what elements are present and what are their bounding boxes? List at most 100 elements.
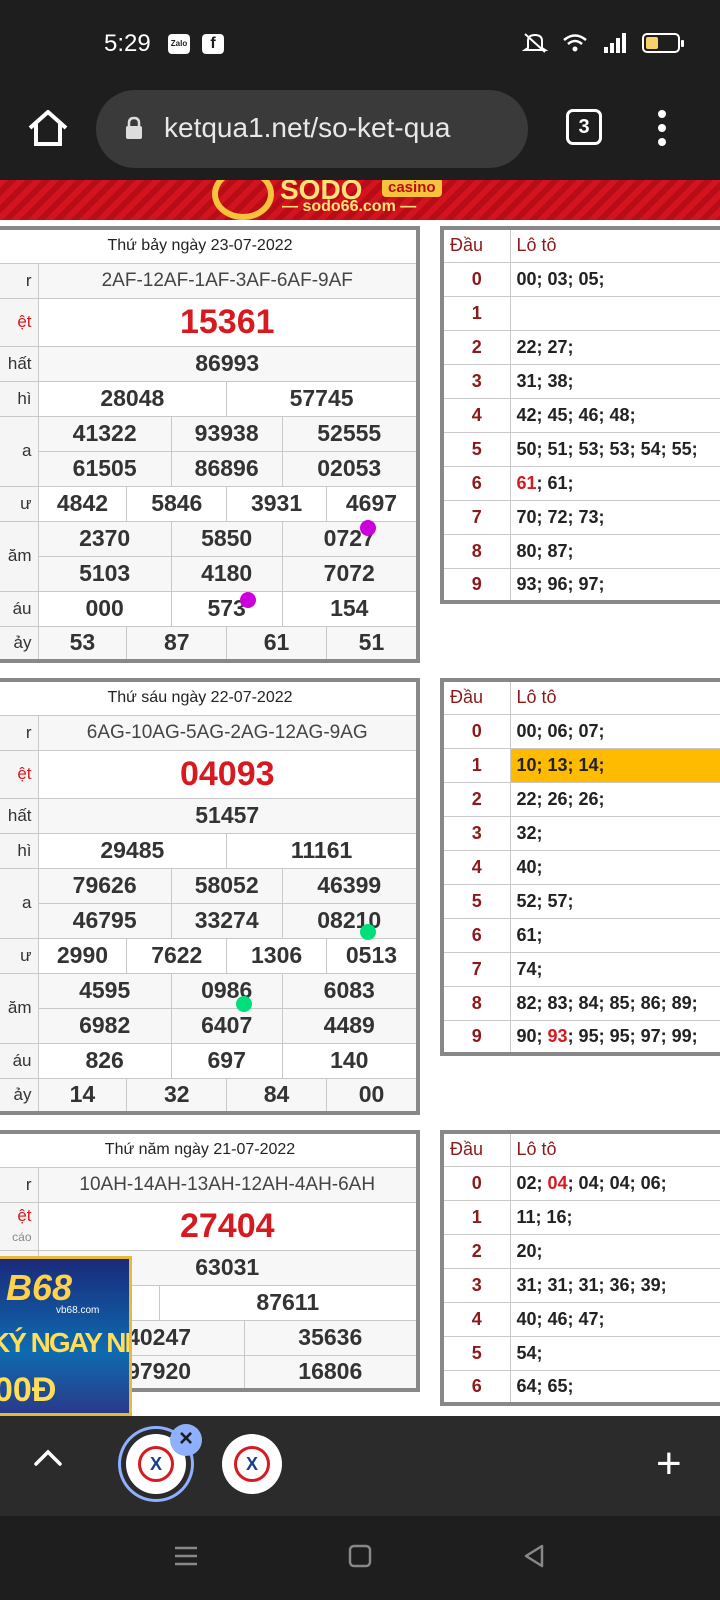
loto-head-digit: 7 [441,499,511,535]
loto-values: 50; 51; 53; 53; 54; 55; [509,431,720,467]
seventh-prize: 84 [226,1077,327,1114]
draw-code: 6AG-10AG-5AG-2AG-12AG-9AG [37,714,419,751]
loto-head-digit: 0 [441,713,511,749]
loto-values: 00; 03; 05; [509,261,720,297]
loto-head-loto: Lô tô [509,227,720,263]
loto-values: 52; 57; [509,883,720,919]
loto-row: 1 11; 16; [441,1199,720,1235]
sodo-logo-icon [212,180,274,220]
draw-date: Thứ sáu ngày 22-07-2022 [0,679,419,716]
sixth-prize: 826 [37,1042,172,1079]
loto-row: 5 54; [441,1335,720,1371]
fourth-prize: 4697 [325,485,419,522]
fifth-prize: 6407 [170,1007,283,1044]
loto-values: 82; 83; 84; 85; 86; 89; [509,985,720,1021]
loto-head-digit: 7 [441,951,511,987]
loto-row: 4 40; 46; 47; [441,1301,720,1337]
loto-head-digit: 2 [441,1233,511,1269]
loto-head-dau: Đầu [441,1131,511,1167]
floating-ad[interactable]: B68 vb68.com KÝ NGAY NHẬN 00Đ [0,1256,132,1416]
loto-row: 4 40; [441,849,720,885]
loto-head-digit: 1 [441,1199,511,1235]
special-prize: 15361 [37,297,419,347]
third-prize: 33274 [170,902,283,939]
fourth-prize: 0513 [325,937,419,974]
third-prize: 52555 [281,415,419,452]
fourth-prize: 7622 [126,937,228,974]
close-tab-icon[interactable]: × [170,1424,202,1456]
status-icons [522,32,684,54]
ad-site: vb68.com [56,1305,100,1316]
loto-values: 42; 45; 46; 48; [509,397,720,433]
chevron-up-icon[interactable] [32,1446,64,1470]
loto-values: 00; 06; 07; [509,713,720,749]
loto-values: 93; 96; 97; [509,567,720,603]
fifth-prize: 6083 [281,972,419,1009]
row-label: hì [0,380,39,417]
row-label: r [0,262,39,299]
sodo-banner[interactable]: SODO casino — sodo66.com — [0,180,720,220]
loto-head-digit: 1 [441,747,511,783]
row-label: ăm [0,972,39,1044]
seventh-prize: 32 [126,1077,228,1114]
loto-values: 11; 16; [509,1199,720,1235]
first-prize: 51457 [37,797,419,834]
fifth-prize: 5103 [37,555,172,592]
tab-thumbnail[interactable]: X [222,1434,282,1494]
loto-row: 0 00; 03; 05; [441,261,720,297]
touch-marker [240,592,256,608]
loto-row: 1 [441,295,720,331]
special-prize: 04093 [37,749,419,799]
new-tab-button[interactable]: + [656,1442,682,1486]
overflow-menu-icon[interactable] [652,108,672,148]
ad-note: cáo [12,1230,32,1244]
tab-switcher-button[interactable]: 3 [566,109,602,145]
site-favicon-icon: X [138,1446,174,1482]
battery-icon [642,33,684,53]
draw-code: 10AH-14AH-13AH-12AH-4AH-6AH [37,1166,419,1203]
third-prize: 58052 [170,867,283,904]
loto-head-digit: 5 [441,431,511,467]
loto-row: 4 42; 45; 46; 48; [441,397,720,433]
loto-head-digit: 3 [441,363,511,399]
home-nav-icon[interactable] [346,1542,374,1570]
loto-head-digit: 8 [441,985,511,1021]
first-prize: 86993 [37,345,419,382]
fourth-prize: 1306 [226,937,327,974]
loto-values: 22; 27; [509,329,720,365]
home-icon[interactable] [26,106,70,150]
loto-row: 9 90; 93; 95; 95; 97; 99; [441,1019,720,1055]
loto-value: 90; [516,1025,548,1046]
loto-row: 0 02; 04; 04; 04; 06; [441,1165,720,1201]
loto-value: ; 61; [536,472,574,493]
loto-head-loto: Lô tô [509,1131,720,1167]
loto-head-digit: 4 [441,1301,511,1337]
loto-head-dau: Đầu [441,227,511,263]
loto-table: Đầu Lô tô 0 00; 03; 05; 1 2 22; 27; 3 31; 38… [440,226,720,604]
third-prize: 08210 [281,902,419,939]
back-icon[interactable] [520,1542,548,1570]
loto-values: 40; [509,849,720,885]
sixth-prize: 154 [281,590,419,627]
fifth-prize: 4489 [281,1007,419,1044]
touch-marker [360,924,376,940]
zalo-notification-icon: Zalo [168,34,190,54]
third-prize: 41322 [37,415,172,452]
loto-row: 9 93; 96; 97; [441,567,720,603]
loto-head-digit: 2 [441,781,511,817]
seventh-prize: 51 [325,625,419,662]
row-label: ảy [0,1077,39,1114]
special-loto-value: 04 [547,1172,568,1193]
loto-row: 5 50; 51; 53; 53; 54; 55; [441,431,720,467]
loto-value: ; 04; 04; 06; [567,1172,667,1193]
row-label: ệt [0,749,39,799]
loto-row: 3 31; 31; 31; 36; 39; [441,1267,720,1303]
recents-icon[interactable] [172,1542,200,1570]
third-prize: 79626 [37,867,172,904]
ad-headline: KÝ NGAY NHẬN [0,1327,129,1358]
loto-value: ; 95; 95; 97; 99; [567,1025,698,1046]
loto-values: 02; 04; 04; 04; 06; [509,1165,720,1201]
fourth-prize: 4842 [37,485,128,522]
third-prize: 86896 [170,450,283,487]
address-bar[interactable]: ketqua1.net/so-ket-qua [96,90,528,168]
